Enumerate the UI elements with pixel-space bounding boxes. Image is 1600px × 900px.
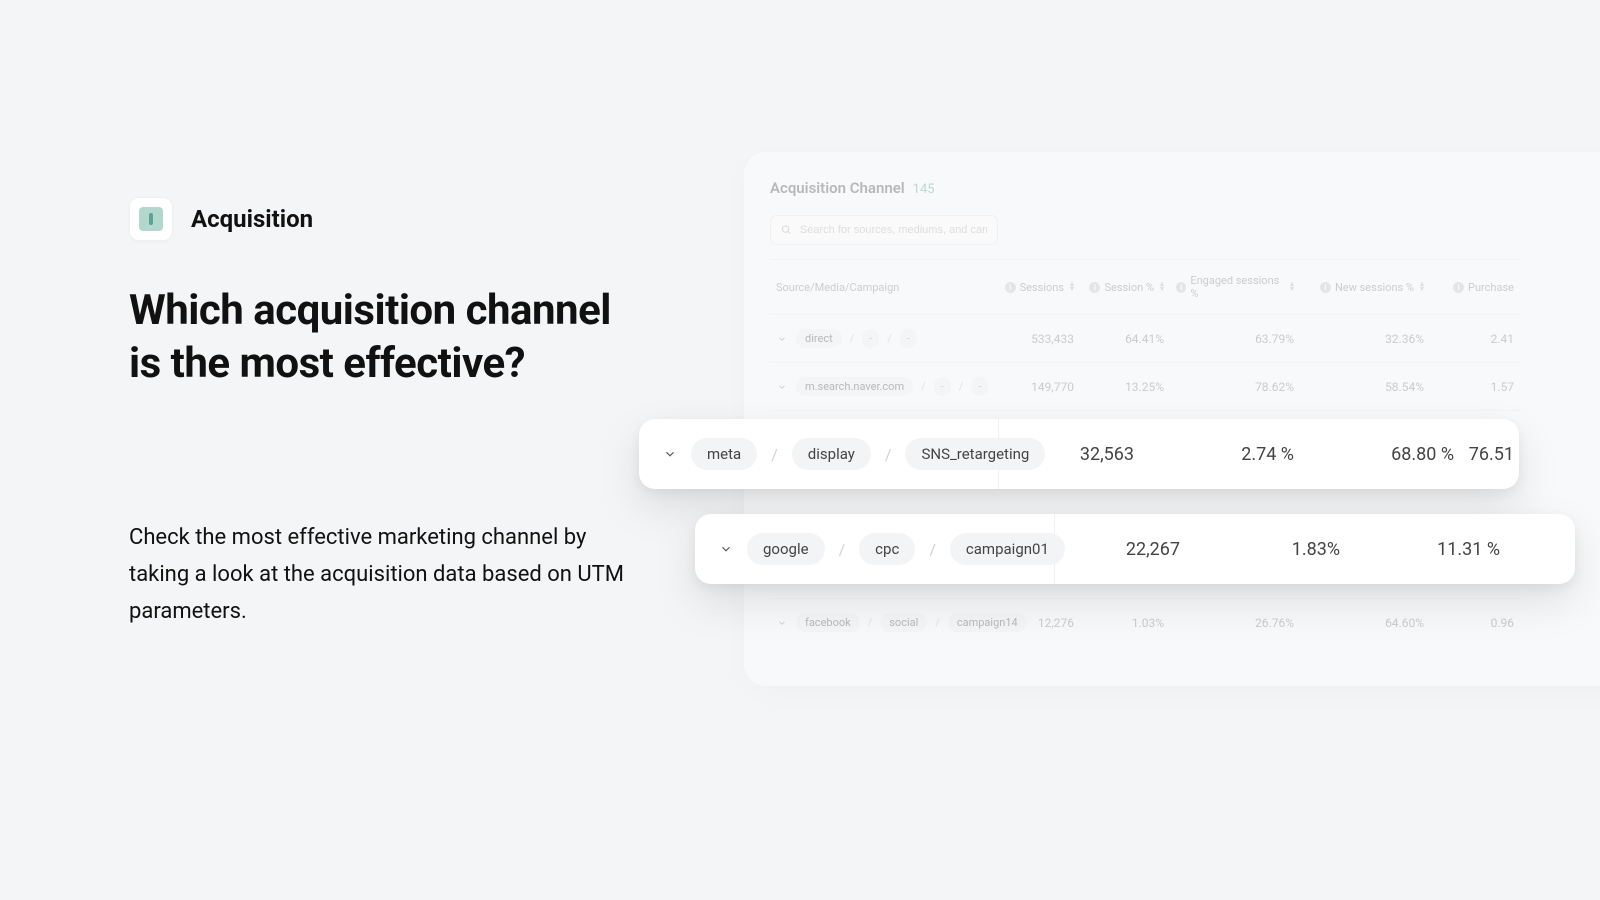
cell-new-pct: 76.51 <box>1454 444 1514 465</box>
cell-new-pct: 32.36% <box>1300 314 1430 362</box>
col-source[interactable]: Source/Media/Campaign <box>770 259 990 314</box>
chevron-down-icon[interactable] <box>776 618 788 628</box>
table-row[interactable]: facebook/social/campaign14 <box>770 598 990 646</box>
cell-purchase: 2.41 <box>1430 314 1520 362</box>
info-icon: i <box>1453 282 1464 293</box>
cell-engaged-pct: 63.79% <box>1170 314 1300 362</box>
panel-title: Acquisition Channel <box>770 179 905 197</box>
chip-source: direct <box>796 329 842 348</box>
col-new-pct[interactable]: iNew sessions %▴▾ <box>1300 259 1430 314</box>
cell-engaged-pct: 78.62% <box>1170 362 1300 410</box>
cell-new-pct: 58.54% <box>1300 362 1430 410</box>
cell-purchase: 0.96 <box>1430 598 1520 646</box>
chevron-down-icon[interactable] <box>663 447 677 461</box>
headline: Which acquisition channel is the most ef… <box>129 285 639 390</box>
cell-session-pct: 13.25% <box>1080 362 1170 410</box>
info-icon: i <box>1320 282 1331 293</box>
search-input[interactable] <box>800 224 987 236</box>
cell-session-pct: 1.83% <box>1180 539 1340 560</box>
cell-engaged-pct: 11.31 % <box>1340 539 1500 560</box>
sort-icon: ▴▾ <box>1420 282 1424 292</box>
cell-sessions: 22,267 <box>1055 539 1180 560</box>
cell-new-pct: 64.60% <box>1300 598 1430 646</box>
cell-sessions: 12,276 <box>990 598 1080 646</box>
acquisition-icon <box>129 197 173 241</box>
info-icon: i <box>1176 282 1186 293</box>
info-icon: i <box>1005 282 1016 293</box>
cell-engaged-pct: 26.76% <box>1170 598 1300 646</box>
chip-source: google <box>747 533 825 565</box>
info-icon: i <box>1089 282 1100 293</box>
chevron-down-icon[interactable] <box>719 542 733 556</box>
chip-medium: - <box>934 377 951 396</box>
chip-source: facebook <box>796 613 860 632</box>
sort-icon: ▴▾ <box>1160 282 1164 292</box>
chip-medium: display <box>792 438 871 470</box>
table-row[interactable]: direct/-/- <box>770 314 990 362</box>
chip-campaign: - <box>900 329 917 348</box>
panel-count: 145 <box>913 182 935 197</box>
cell-session-pct: 2.74 % <box>1134 444 1294 465</box>
chip-campaign: campaign01 <box>950 533 1065 565</box>
chevron-down-icon[interactable] <box>776 334 788 344</box>
col-purchase[interactable]: iPurchase <box>1430 259 1520 314</box>
search-icon <box>781 224 792 236</box>
cell-sessions: 32,563 <box>999 444 1134 465</box>
sort-icon: ▴▾ <box>1290 282 1294 292</box>
section-label: Acquisition <box>191 205 313 233</box>
cell-sessions: 149,770 <box>990 362 1080 410</box>
table-row[interactable]: m.search.naver.com/-/- <box>770 362 990 410</box>
highlight-row-meta[interactable]: meta / display / SNS_retargeting 32,563 … <box>639 419 1519 489</box>
chip-medium: cpc <box>859 533 915 565</box>
chevron-down-icon[interactable] <box>776 382 788 392</box>
chip-source: meta <box>691 438 757 470</box>
cell-engaged-pct: 68.80 % <box>1294 444 1454 465</box>
body-copy: Check the most effective marketing chann… <box>129 520 639 631</box>
cell-sessions: 533,433 <box>990 314 1080 362</box>
chip-campaign: - <box>971 377 988 396</box>
cell-session-pct: 1.03% <box>1080 598 1170 646</box>
chip-medium: - <box>862 329 879 348</box>
chip-medium: social <box>880 613 927 632</box>
cell-session-pct: 64.41% <box>1080 314 1170 362</box>
col-session-pct[interactable]: iSession %▴▾ <box>1080 259 1170 314</box>
col-sessions[interactable]: iSessions▴▾ <box>990 259 1080 314</box>
sort-icon: ▴▾ <box>1070 282 1074 292</box>
highlight-row-google[interactable]: google / cpc / campaign01 22,267 1.83% 1… <box>695 514 1575 584</box>
col-engaged-pct[interactable]: iEngaged sessions %▴▾ <box>1170 259 1300 314</box>
search-input-wrap[interactable] <box>770 215 998 245</box>
cell-purchase: 1.57 <box>1430 362 1520 410</box>
chip-source: m.search.naver.com <box>796 377 913 396</box>
